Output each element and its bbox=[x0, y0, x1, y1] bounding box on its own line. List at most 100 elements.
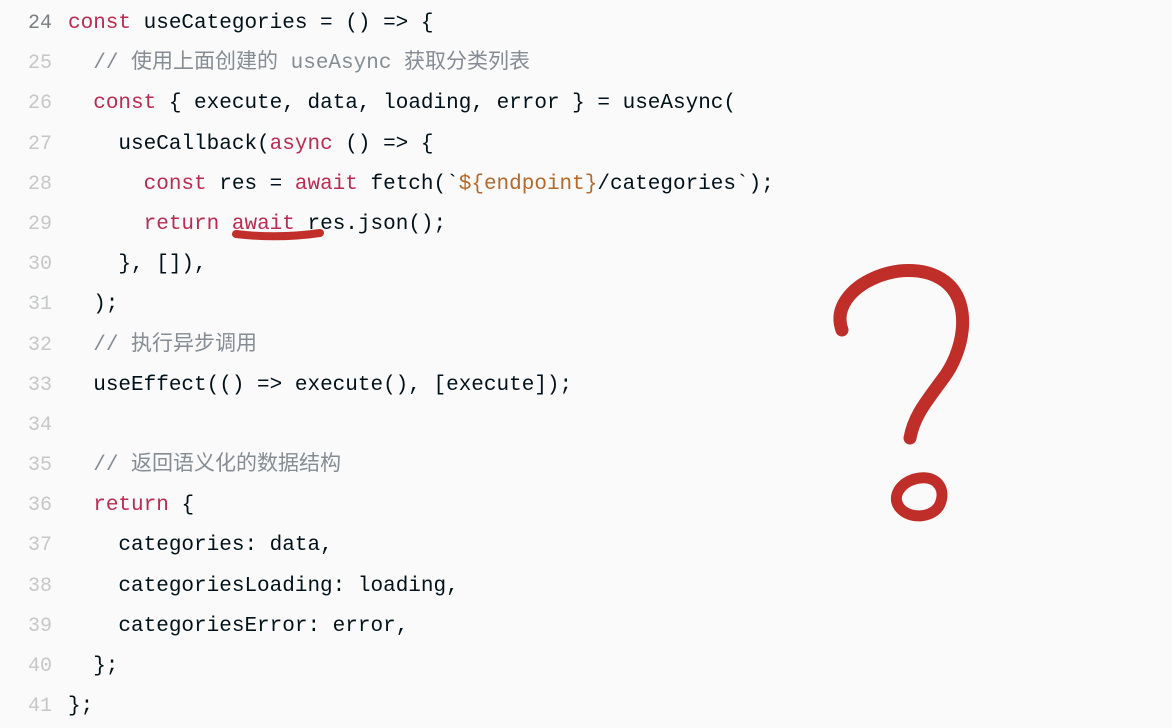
token-fn: json bbox=[358, 213, 408, 236]
code-line: 27 useCallback(async () => { bbox=[0, 125, 1172, 165]
token-pun bbox=[68, 494, 93, 517]
line-number: 34 bbox=[0, 406, 68, 446]
token-kw: await bbox=[232, 213, 295, 236]
code-editor: 24const useCategories = () => {25 // 使用上… bbox=[0, 0, 1172, 728]
token-pun: , bbox=[396, 615, 409, 638]
line-number: 39 bbox=[0, 607, 68, 647]
line-code: }; bbox=[68, 687, 1172, 727]
code-line: 37 categories: data, bbox=[0, 526, 1172, 566]
line-number: 40 bbox=[0, 647, 68, 687]
token-pun bbox=[219, 213, 232, 236]
token-pun: ); bbox=[68, 293, 118, 316]
line-number: 36 bbox=[0, 486, 68, 526]
code-line: 29 return await res.json(); bbox=[0, 205, 1172, 245]
line-code: const { execute, data, loading, error } … bbox=[68, 84, 1172, 124]
token-cmt: // 执行异步调用 bbox=[93, 334, 257, 357]
token-pun: }; bbox=[68, 695, 93, 718]
token-pun: . bbox=[345, 213, 358, 236]
token-pun: (` bbox=[434, 173, 459, 196]
token-pun: (), [ bbox=[383, 374, 446, 397]
token-fn: execute bbox=[295, 374, 383, 397]
token-kw: await bbox=[295, 173, 358, 196]
line-code: useEffect(() => execute(), [execute]); bbox=[68, 366, 1172, 406]
token-inter: ${endpoint} bbox=[459, 173, 598, 196]
line-number: 27 bbox=[0, 125, 68, 165]
line-code: }; bbox=[68, 647, 1172, 687]
line-number: 32 bbox=[0, 326, 68, 366]
token-pun: : bbox=[333, 575, 358, 598]
line-code: ); bbox=[68, 285, 1172, 325]
token-cmt: // 使用上面创建的 useAsync 获取分类列表 bbox=[93, 52, 530, 75]
token-id: categoriesError bbox=[118, 615, 307, 638]
token-id: error bbox=[333, 615, 396, 638]
code-line: 28 const res = await fetch(`${endpoint}/… bbox=[0, 165, 1172, 205]
token-pun: : bbox=[307, 615, 332, 638]
token-kw: const bbox=[144, 173, 207, 196]
code-line: 26 const { execute, data, loading, error… bbox=[0, 84, 1172, 124]
token-id: data bbox=[270, 534, 320, 557]
line-number: 35 bbox=[0, 446, 68, 486]
line-number: 41 bbox=[0, 687, 68, 727]
code-line: 41}; bbox=[0, 687, 1172, 727]
line-number: 25 bbox=[0, 44, 68, 84]
token-id: categoriesLoading bbox=[118, 575, 332, 598]
line-code: // 执行异步调用 bbox=[68, 326, 1172, 366]
token-id: loading bbox=[383, 92, 471, 115]
token-pun: () => { bbox=[333, 133, 434, 156]
token-id: error bbox=[497, 92, 560, 115]
token-pun bbox=[68, 52, 93, 75]
line-number: 30 bbox=[0, 245, 68, 285]
line-number: 38 bbox=[0, 567, 68, 607]
code-line: 40 }; bbox=[0, 647, 1172, 687]
token-pun: = () => { bbox=[307, 12, 433, 35]
line-code: }, []), bbox=[68, 245, 1172, 285]
code-lines: 24const useCategories = () => {25 // 使用上… bbox=[0, 4, 1172, 727]
line-number: 33 bbox=[0, 366, 68, 406]
token-fn: useEffect bbox=[93, 374, 206, 397]
token-pun bbox=[68, 213, 144, 236]
line-number: 26 bbox=[0, 84, 68, 124]
token-kw: return bbox=[93, 494, 169, 517]
line-code: categories: data, bbox=[68, 526, 1172, 566]
code-line: 25 // 使用上面创建的 useAsync 获取分类列表 bbox=[0, 44, 1172, 84]
token-id: execute bbox=[194, 92, 282, 115]
token-id: loading bbox=[358, 575, 446, 598]
code-line: 32 // 执行异步调用 bbox=[0, 326, 1172, 366]
token-pun: (() => bbox=[207, 374, 295, 397]
token-fn: useAsync bbox=[623, 92, 724, 115]
token-pun bbox=[207, 173, 220, 196]
token-pun: , bbox=[471, 92, 496, 115]
token-kw: const bbox=[93, 92, 156, 115]
code-line: 35 // 返回语义化的数据结构 bbox=[0, 446, 1172, 486]
token-id: data bbox=[307, 92, 357, 115]
token-pun: } = bbox=[560, 92, 623, 115]
token-pun: }; bbox=[68, 655, 118, 678]
line-code: // 返回语义化的数据结构 bbox=[68, 446, 1172, 486]
token-pun: { bbox=[169, 494, 194, 517]
token-cmt: // 返回语义化的数据结构 bbox=[93, 454, 341, 477]
token-pun: , bbox=[446, 575, 459, 598]
token-kw: async bbox=[270, 133, 333, 156]
token-pun: ]); bbox=[534, 374, 572, 397]
token-pun bbox=[358, 173, 371, 196]
token-kw: return bbox=[144, 213, 220, 236]
code-line: 34 bbox=[0, 406, 1172, 446]
token-pun: ( bbox=[257, 133, 270, 156]
token-pun: { bbox=[156, 92, 194, 115]
line-code: return await res.json(); bbox=[68, 205, 1172, 245]
line-code: useCallback(async () => { bbox=[68, 125, 1172, 165]
token-pun bbox=[68, 615, 118, 638]
token-pun bbox=[68, 534, 118, 557]
line-code: categoriesError: error, bbox=[68, 607, 1172, 647]
line-code: const res = await fetch(`${endpoint}/cat… bbox=[68, 165, 1172, 205]
code-line: 33 useEffect(() => execute(), [execute])… bbox=[0, 366, 1172, 406]
token-pun bbox=[68, 92, 93, 115]
token-pun: , bbox=[320, 534, 333, 557]
line-number: 24 bbox=[0, 4, 68, 44]
line-number: 29 bbox=[0, 205, 68, 245]
code-line: 38 categoriesLoading: loading, bbox=[0, 567, 1172, 607]
token-pun bbox=[68, 374, 93, 397]
code-line: 31 ); bbox=[0, 285, 1172, 325]
token-pun: }, []), bbox=[68, 253, 207, 276]
token-str: /categories bbox=[597, 173, 736, 196]
